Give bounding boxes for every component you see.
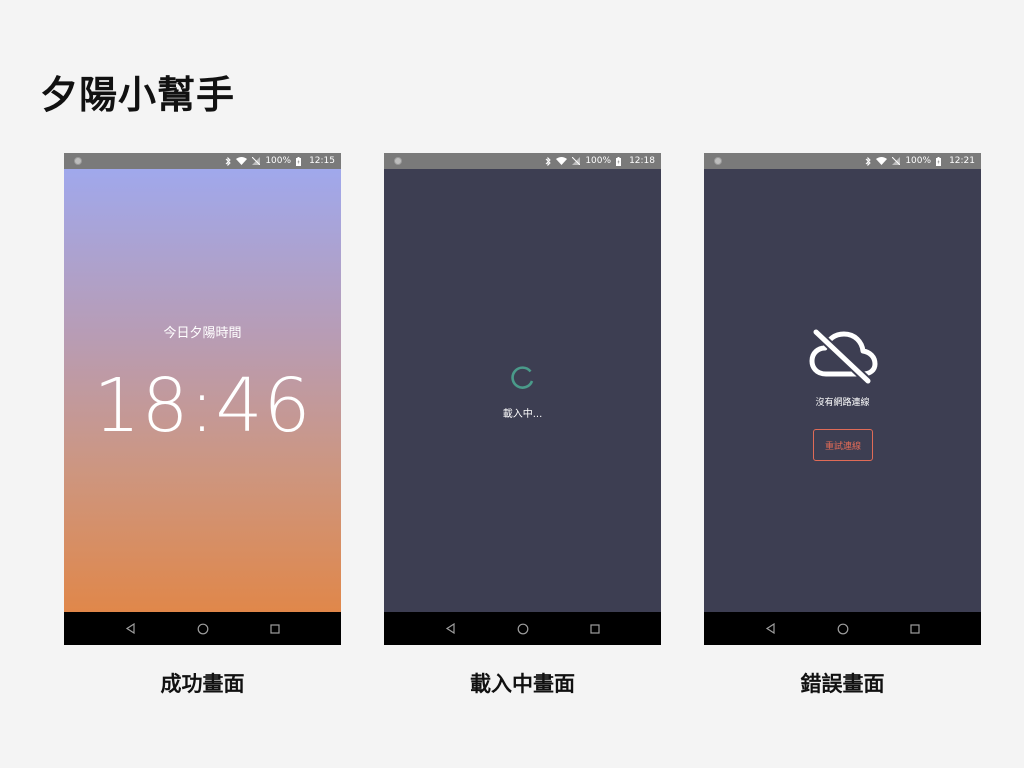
- recents-icon[interactable]: [590, 623, 600, 634]
- phone-success-screen: 100% 12:15 今日夕陽時間 18:46: [64, 153, 341, 645]
- status-bar: 100% 12:18: [384, 153, 661, 169]
- status-indicators: 100% 12:21: [865, 156, 975, 166]
- error-content: 沒有網路連線 重試連線: [704, 169, 981, 612]
- home-icon[interactable]: [197, 623, 209, 635]
- recents-icon[interactable]: [270, 623, 280, 634]
- recents-icon[interactable]: [910, 623, 920, 634]
- home-icon[interactable]: [837, 623, 849, 635]
- notification-dot-icon: [74, 157, 82, 165]
- notification-dot-icon: [394, 157, 402, 165]
- battery-percent: 100%: [905, 156, 932, 166]
- wifi-icon: [876, 157, 888, 165]
- battery-icon: [616, 156, 622, 166]
- caption-success: 成功畫面: [160, 672, 245, 696]
- battery-percent: 100%: [265, 156, 292, 166]
- battery-icon: [296, 156, 302, 166]
- phone-error-screen: 100% 12:21 沒有網路連線 重試連線: [704, 153, 981, 645]
- battery-percent: 100%: [585, 156, 612, 166]
- status-indicators: 100% 12:15: [225, 156, 335, 166]
- back-icon[interactable]: [125, 623, 136, 634]
- loading-text: 載入中...: [502, 409, 543, 420]
- status-time: 12:18: [629, 156, 655, 166]
- wifi-icon: [236, 157, 248, 165]
- no-sim-icon: [252, 157, 261, 165]
- status-bar: 100% 12:21: [704, 153, 981, 169]
- navigation-bar: [64, 612, 341, 645]
- status-time: 12:15: [309, 156, 335, 166]
- status-time: 12:21: [949, 156, 975, 166]
- home-icon[interactable]: [517, 623, 529, 635]
- battery-icon: [936, 156, 942, 166]
- navigation-bar: [384, 612, 661, 645]
- phone-loading-screen: 100% 12:18 載入中...: [384, 153, 661, 645]
- caption-loading: 載入中畫面: [470, 672, 575, 696]
- back-icon[interactable]: [445, 623, 456, 634]
- retry-button[interactable]: 重試連線: [813, 429, 873, 461]
- bluetooth-icon: [545, 156, 552, 166]
- success-content: 今日夕陽時間 18:46: [64, 169, 341, 612]
- no-sim-icon: [572, 157, 581, 165]
- page-title: 夕陽小幫手: [40, 73, 236, 117]
- sunset-time: 18:46: [93, 363, 312, 449]
- sunset-label: 今日夕陽時間: [163, 326, 242, 341]
- status-indicators: 100% 12:18: [545, 156, 655, 166]
- wifi-icon: [556, 157, 568, 165]
- cloud-off-icon: [809, 328, 878, 384]
- bluetooth-icon: [865, 156, 872, 166]
- back-icon[interactable]: [765, 623, 776, 634]
- caption-error: 錯誤畫面: [800, 672, 885, 696]
- loading-content: 載入中...: [384, 169, 661, 612]
- notification-dot-icon: [714, 157, 722, 165]
- spinner-icon: [511, 366, 534, 389]
- error-message: 沒有網路連線: [815, 398, 870, 408]
- bluetooth-icon: [225, 156, 232, 166]
- navigation-bar: [704, 612, 981, 645]
- no-sim-icon: [892, 157, 901, 165]
- status-bar: 100% 12:15: [64, 153, 341, 169]
